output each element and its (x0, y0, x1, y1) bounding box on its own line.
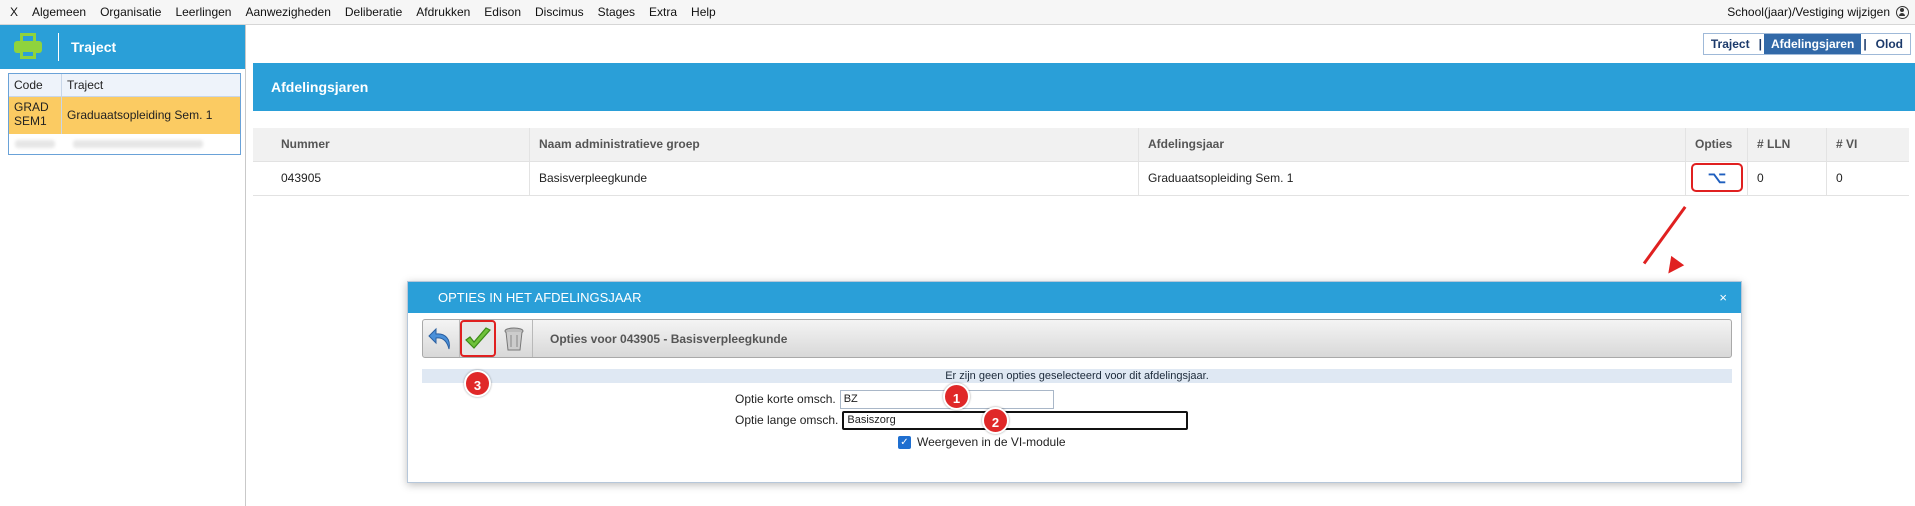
col-opties[interactable]: Opties (1686, 128, 1748, 161)
cell-lln: 0 (1748, 162, 1827, 195)
long-desc-row: Optie lange omsch. Basiszorg (735, 410, 1189, 430)
save-button[interactable] (460, 320, 496, 357)
tab-separator: | (1758, 37, 1762, 51)
delete-button[interactable] (496, 320, 533, 357)
tab-afdelingsjaren[interactable]: Afdelingsjaren (1763, 34, 1862, 54)
close-icon[interactable]: × (1719, 282, 1727, 313)
options-dialog: OPTIES IN HET AFDELINGSJAAR × Opties voo… (407, 281, 1742, 483)
annotation-arrow-head (1661, 255, 1685, 279)
annotation-badge-1: 1 (943, 383, 970, 410)
checkmark-icon (465, 326, 491, 349)
tab-separator: | (1863, 37, 1867, 51)
options-icon[interactable]: ⌥ (1691, 163, 1743, 192)
page-title: Afdelingsjaren (253, 63, 1915, 111)
annotation-arrow (1642, 206, 1687, 265)
menu-afdrukken[interactable]: Afdrukken (409, 0, 477, 24)
change-school-link[interactable]: School(jaar)/Vestiging wijzigen (1727, 0, 1890, 24)
cell-nummer: 043905 (253, 162, 530, 195)
left-panel-title: Traject (71, 39, 117, 55)
menu-aanwezigheden[interactable]: Aanwezigheden (238, 0, 337, 24)
header-divider (58, 33, 59, 61)
undo-icon (428, 327, 450, 349)
col-lln[interactable]: # LLN (1748, 128, 1827, 161)
trash-icon (504, 327, 524, 350)
tab-olod[interactable]: Olod (1868, 34, 1910, 54)
table-header: Nummer Naam administratieve groep Afdeli… (253, 128, 1909, 162)
menu-bar: X Algemeen Organisatie Leerlingen Aanwez… (0, 0, 1915, 25)
short-desc-label: Optie korte omsch. (735, 392, 836, 406)
cell-opties: ⌥ (1686, 162, 1748, 195)
col-afdelingsjaar[interactable]: Afdelingsjaar (1139, 128, 1686, 161)
printer-icon[interactable] (14, 33, 44, 61)
menu-stages[interactable]: Stages (591, 0, 642, 24)
col-code[interactable]: Code (9, 74, 62, 96)
menu-close[interactable]: X (0, 0, 25, 24)
long-desc-label: Optie lange omsch. (735, 413, 839, 427)
long-desc-input[interactable]: Basiszorg (842, 410, 1189, 430)
left-panel: Traject Code Traject GRAD SEM1 Graduaats… (0, 25, 246, 506)
menu-help[interactable]: Help (684, 0, 723, 24)
menu-deliberatie[interactable]: Deliberatie (338, 0, 409, 24)
col-nummer[interactable]: Nummer (253, 128, 530, 161)
view-tabs: Traject | Afdelingsjaren | Olod (1702, 33, 1911, 55)
col-naam[interactable]: Naam administratieve groep (530, 128, 1139, 161)
annotation-badge-3: 3 (464, 370, 491, 397)
annotation-badge-2: 2 (982, 407, 1009, 434)
menu-right: School(jaar)/Vestiging wijzigen (1727, 0, 1915, 24)
cell-afdelingsjaar: Graduaatsopleiding Sem. 1 (1139, 162, 1686, 195)
dialog-toolbar: Opties voor 043905 - Basisverpleegkunde (422, 319, 1732, 358)
cell-vi: 0 (1836, 171, 1843, 185)
col-traject[interactable]: Traject (62, 74, 103, 96)
vi-module-label: Weergeven in de VI-module (917, 435, 1066, 449)
tab-traject[interactable]: Traject (1703, 34, 1757, 54)
menu-organisatie[interactable]: Organisatie (93, 0, 168, 24)
cell-naam: Basisverpleegkunde (530, 162, 1139, 195)
menu-algemeen[interactable]: Algemeen (25, 0, 93, 24)
vi-module-row: ✓ Weergeven in de VI-module (898, 432, 1066, 452)
table-row[interactable]: 043905 Basisverpleegkunde Graduaatsoplei… (253, 162, 1909, 196)
menu-discimus[interactable]: Discimus (528, 0, 591, 24)
dialog-title: OPTIES IN HET AFDELINGSJAAR (438, 290, 642, 305)
undo-button[interactable] (423, 320, 460, 357)
traject-row-blurred[interactable] (9, 134, 240, 154)
user-icon[interactable] (1896, 5, 1909, 19)
toolbar-label: Opties voor 043905 - Basisverpleegkunde (550, 331, 788, 346)
short-desc-row: Optie korte omsch. BZ (735, 389, 1054, 409)
menu-extra[interactable]: Extra (642, 0, 684, 24)
left-panel-header: Traject (0, 25, 245, 69)
info-message: Er zijn geen opties geselecteerd voor di… (422, 369, 1732, 383)
traject-table: Code Traject GRAD SEM1 Graduaatsopleidin… (8, 73, 241, 155)
col-vi[interactable]: # VI (1827, 128, 1909, 161)
traject-name: Graduaatsopleiding Sem. 1 (67, 108, 213, 122)
traject-row-selected[interactable]: GRAD SEM1 Graduaatsopleiding Sem. 1 (9, 97, 240, 134)
traject-table-header: Code Traject (9, 74, 240, 97)
menu-leerlingen[interactable]: Leerlingen (168, 0, 238, 24)
menu-edison[interactable]: Edison (477, 0, 528, 24)
vi-module-checkbox[interactable]: ✓ (898, 435, 911, 449)
afdelingsjaren-table: Nummer Naam administratieve groep Afdeli… (253, 128, 1909, 196)
traject-code: GRAD SEM1 (9, 97, 62, 134)
dialog-title-bar: OPTIES IN HET AFDELINGSJAAR × (408, 282, 1741, 313)
